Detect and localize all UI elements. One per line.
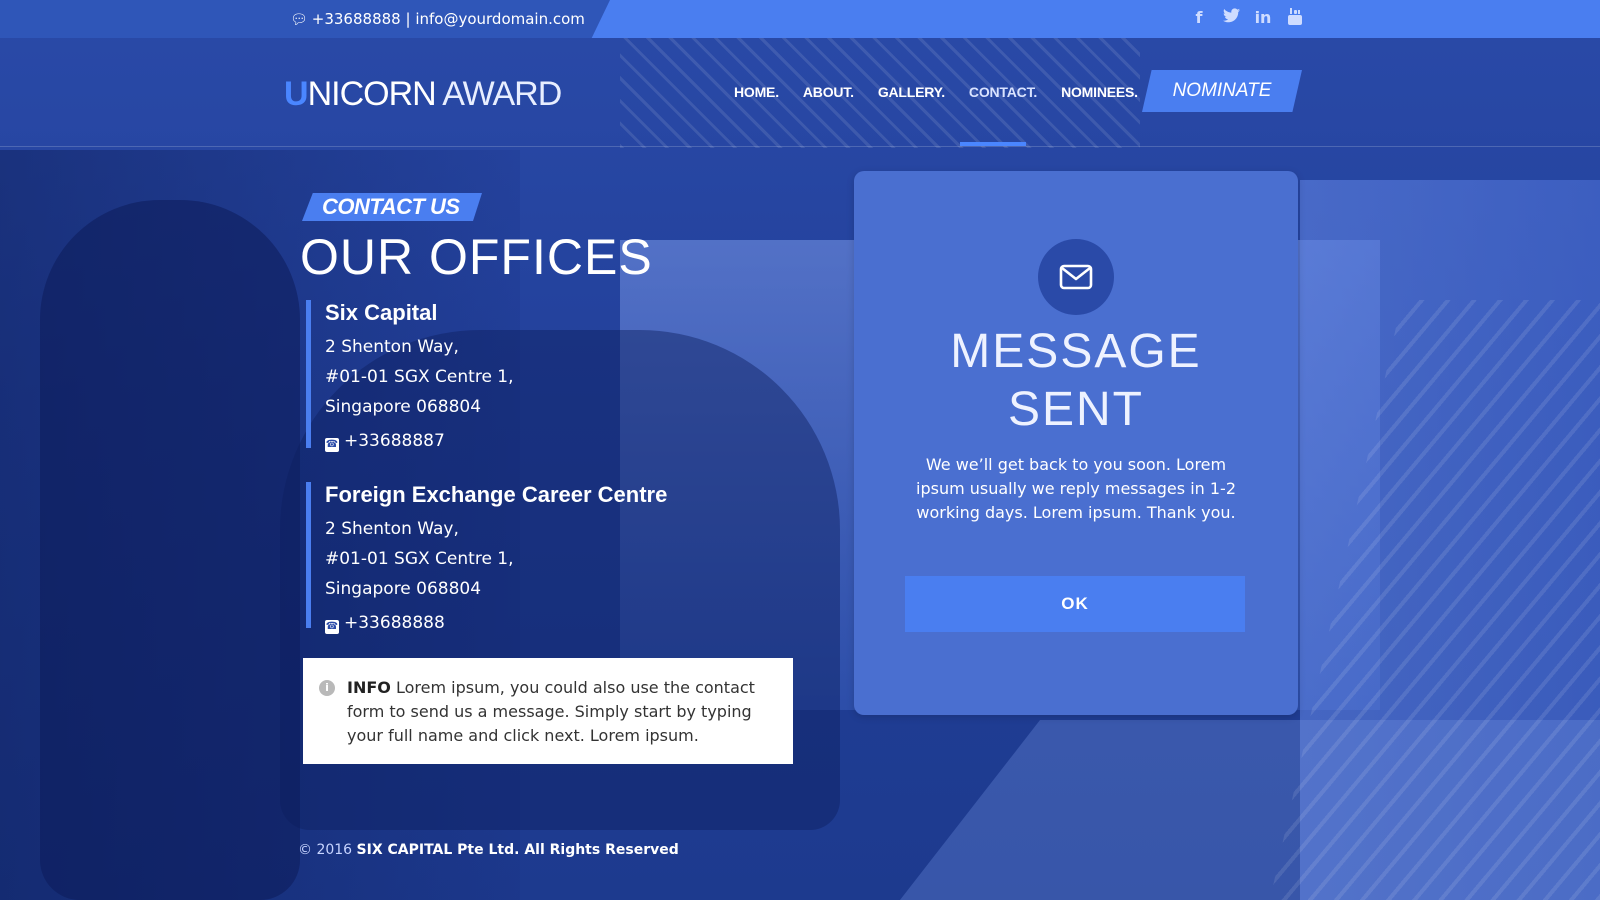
nav-gallery[interactable]: GALLERY. xyxy=(878,84,945,100)
footer-copyright: © 2016 SIX CAPITAL Pte Ltd. All Rights R… xyxy=(298,842,679,858)
copyright-text: © 2016 xyxy=(298,842,357,858)
page-title: OUR OFFICES xyxy=(300,229,653,285)
office-phone-number: +33688888 xyxy=(344,613,445,633)
section-tag-label: CONTACT US xyxy=(322,194,460,219)
office-name: Foreign Exchange Career Centre xyxy=(325,482,668,507)
section-tag: CONTACT US xyxy=(302,193,482,221)
phone-icon: ☎ xyxy=(325,620,339,634)
office-address-line: Singapore 068804 xyxy=(325,579,482,599)
top-separator: | xyxy=(405,10,411,28)
logo-u-mark: U xyxy=(284,75,309,113)
logo[interactable]: UNICORN AWARD xyxy=(284,74,562,114)
top-contact-info: 💬︎ +33688888 | info@yourdomain.com xyxy=(290,0,585,38)
office-address-line: Singapore 068804 xyxy=(325,397,482,417)
info-text: Lorem ipsum, you could also use the cont… xyxy=(347,678,755,745)
office-address-line: 2 Shenton Way, xyxy=(325,519,459,539)
info-icon: i xyxy=(319,680,335,696)
office-phone-number: +33688887 xyxy=(344,431,445,451)
facebook-icon[interactable]: f xyxy=(1190,8,1208,28)
company-text: SIX CAPITAL Pte Ltd. All Rights Reserved xyxy=(356,842,679,858)
logo-bold-text: NICORN xyxy=(307,75,437,113)
office-address-line: #01-01 SGX Centre 1, xyxy=(325,549,514,569)
office-card: Six Capital 2 Shenton Way, #01-01 SGX Ce… xyxy=(306,300,514,452)
dialog-title: MESSAGE SENT xyxy=(854,323,1298,439)
message-sent-dialog: MESSAGE SENT We we’ll get back to you so… xyxy=(854,171,1298,715)
info-box: i INFO Lorem ipsum, you could also use t… xyxy=(303,658,793,764)
nominate-button[interactable]: NOMINATE xyxy=(1142,70,1302,112)
info-label: INFO xyxy=(347,678,391,697)
youtube-icon[interactable] xyxy=(1286,8,1304,28)
top-phone[interactable]: +33688888 xyxy=(312,10,401,28)
office-name: Six Capital xyxy=(325,300,438,325)
main-nav: HOME. ABOUT. GALLERY. CONTACT. NOMINEES. xyxy=(734,84,1138,100)
office-phone[interactable]: ☎ +33688887 xyxy=(325,426,514,456)
office-phone[interactable]: ☎ +33688888 xyxy=(325,608,667,638)
linkedin-icon[interactable]: in xyxy=(1254,8,1272,28)
office-address-line: 2 Shenton Way, xyxy=(325,337,459,357)
office-address-line: #01-01 SGX Centre 1, xyxy=(325,367,514,387)
header: UNICORN AWARD HOME. ABOUT. GALLERY. CONT… xyxy=(0,38,1600,147)
office-card: Foreign Exchange Career Centre 2 Shenton… xyxy=(306,482,668,634)
dialog-title-line2: SENT xyxy=(1007,383,1144,436)
phone-icon: ☎ xyxy=(325,438,339,452)
nav-nominees[interactable]: NOMINEES. xyxy=(1061,84,1138,100)
social-links: f in xyxy=(1190,8,1304,28)
chat-icon: 💬︎ xyxy=(290,12,308,28)
envelope-icon xyxy=(1038,239,1114,315)
top-bar: 💬︎ +33688888 | info@yourdomain.com f in xyxy=(0,0,1600,38)
logo-light-text: AWARD xyxy=(435,75,562,113)
nav-home[interactable]: HOME. xyxy=(734,84,779,100)
ok-button[interactable]: OK xyxy=(905,576,1245,632)
active-nav-indicator xyxy=(960,142,1026,146)
twitter-icon[interactable] xyxy=(1222,8,1240,28)
nav-contact[interactable]: CONTACT. xyxy=(969,84,1037,100)
nav-about[interactable]: ABOUT. xyxy=(803,84,854,100)
dialog-message: We we’ll get back to you soon. Lorem ips… xyxy=(916,455,1236,522)
top-email[interactable]: info@yourdomain.com xyxy=(415,10,585,28)
dialog-title-line1: MESSAGE xyxy=(950,325,1202,378)
